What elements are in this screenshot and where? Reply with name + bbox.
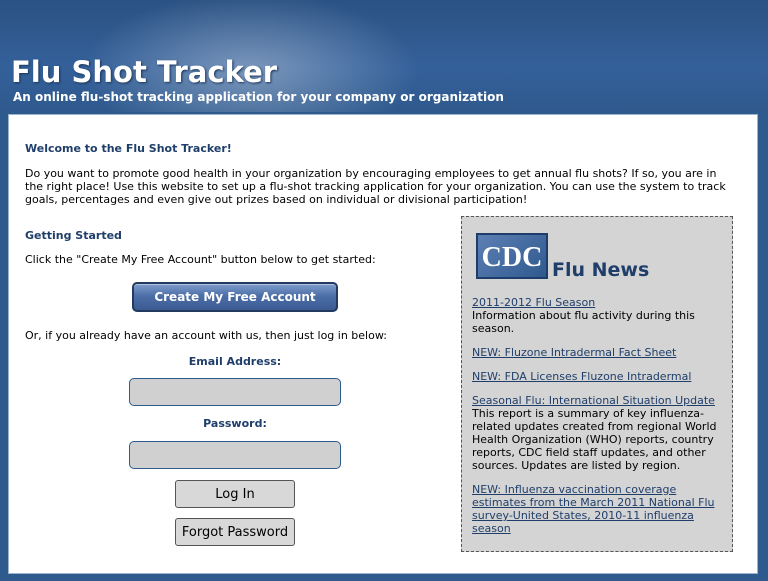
intro-paragraph: Do you want to promote good health in yo…	[25, 167, 726, 206]
password-input[interactable]	[129, 441, 341, 469]
news-link[interactable]: NEW: Fluzone Intradermal Fact Sheet	[472, 346, 728, 359]
email-input[interactable]	[129, 378, 341, 406]
login-button[interactable]: Log In	[175, 480, 295, 508]
news-item: Seasonal Flu: International Situation Up…	[472, 394, 728, 472]
news-title: Flu News	[552, 259, 650, 281]
news-item: NEW: Influenza vaccination coverage esti…	[472, 483, 728, 535]
news-item: NEW: Fluzone Intradermal Fact Sheet	[472, 346, 728, 359]
cdc-logo: CDC	[476, 233, 548, 279]
news-description: This report is a summary of key influenz…	[472, 407, 717, 472]
getting-started-instructions: Click the "Create My Free Account" butto…	[25, 253, 376, 266]
news-item: NEW: FDA Licenses Fluzone Intradermal	[472, 370, 728, 383]
news-link[interactable]: NEW: Influenza vaccination coverage esti…	[472, 483, 728, 535]
cdc-logo-text: CDC	[482, 242, 542, 273]
news-list: 2011-2012 Flu Season Information about f…	[472, 296, 728, 546]
site-subtitle: An online flu-shot tracking application …	[13, 90, 504, 104]
forgot-password-button[interactable]: Forgot Password	[175, 518, 295, 546]
news-item: 2011-2012 Flu Season Information about f…	[472, 296, 728, 335]
flu-news-panel: CDC Flu News 2011-2012 Flu Season Inform…	[461, 216, 733, 552]
news-link[interactable]: Seasonal Flu: International Situation Up…	[472, 394, 728, 407]
cdc-logo-mark: CDC	[482, 242, 542, 273]
news-description: Information about flu activity during th…	[472, 309, 695, 335]
site-title: Flu Shot Tracker	[11, 55, 278, 89]
main-content: Welcome to the Flu Shot Tracker! Do you …	[8, 114, 758, 574]
password-label: Password:	[203, 417, 267, 430]
email-label: Email Address:	[188, 355, 282, 368]
site-header: Flu Shot Tracker An online flu-shot trac…	[0, 0, 768, 112]
welcome-heading: Welcome to the Flu Shot Tracker!	[25, 142, 232, 155]
news-link[interactable]: NEW: FDA Licenses Fluzone Intradermal	[472, 370, 728, 383]
news-link[interactable]: 2011-2012 Flu Season	[472, 296, 728, 309]
getting-started-heading: Getting Started	[25, 229, 122, 242]
create-account-button[interactable]: Create My Free Account	[132, 282, 338, 312]
login-prompt: Or, if you already have an account with …	[25, 329, 387, 342]
